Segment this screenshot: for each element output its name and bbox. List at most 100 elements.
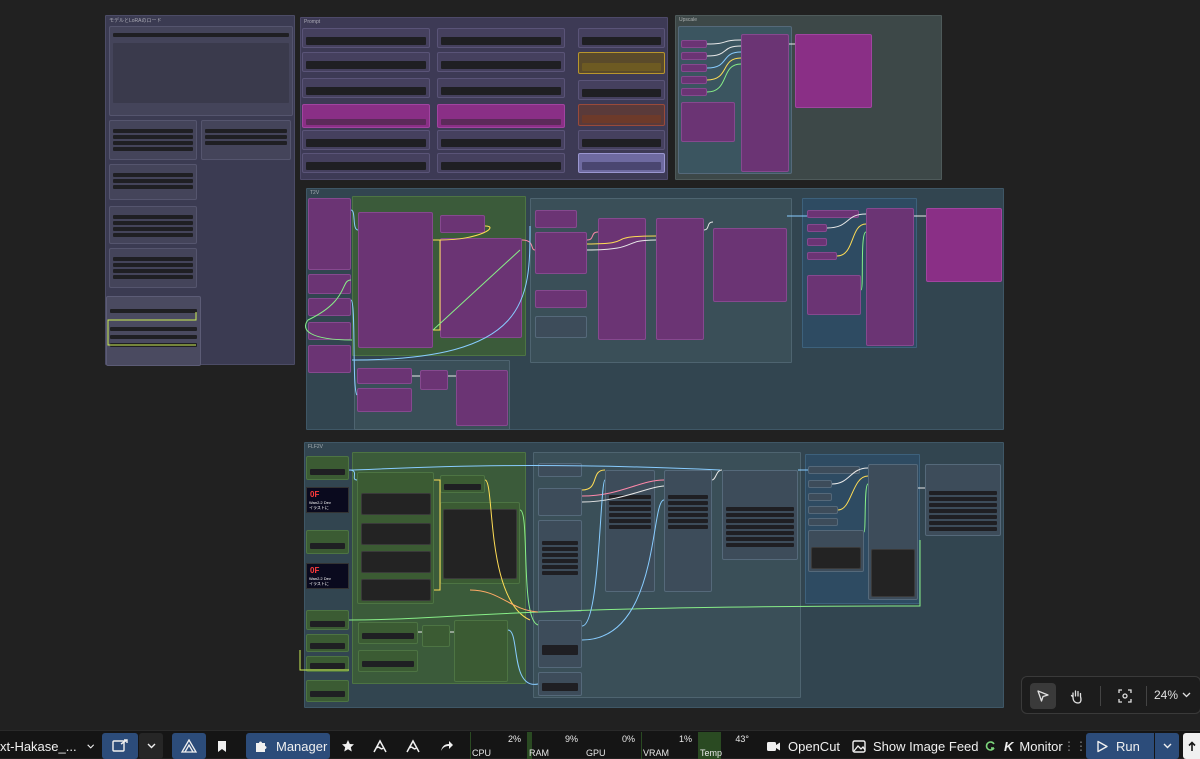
node[interactable] [440, 502, 520, 584]
node[interactable] [302, 52, 430, 72]
node[interactable] [795, 34, 872, 108]
node[interactable] [681, 102, 735, 142]
node[interactable] [302, 104, 430, 128]
node[interactable] [681, 88, 707, 96]
node[interactable] [306, 634, 349, 652]
node[interactable] [808, 530, 864, 572]
drag-handle-icon[interactable]: ⋮⋮ [1063, 733, 1087, 759]
node[interactable] [578, 28, 665, 48]
node[interactable] [106, 296, 201, 366]
node[interactable] [306, 610, 349, 630]
node[interactable] [357, 388, 412, 412]
fit-view-icon[interactable] [1112, 683, 1138, 709]
node[interactable] [538, 520, 582, 612]
node[interactable] [308, 298, 351, 316]
node[interactable] [808, 506, 838, 514]
node[interactable] [440, 238, 522, 338]
node[interactable] [681, 40, 707, 48]
node[interactable] [868, 464, 918, 600]
workflow-tab[interactable]: xt-Hakase_... [0, 733, 94, 759]
bookmark-button[interactable] [210, 733, 234, 759]
node[interactable] [109, 120, 197, 160]
node[interactable] [535, 316, 587, 338]
node[interactable] [306, 656, 349, 672]
node[interactable] [109, 206, 197, 244]
node[interactable] [598, 218, 646, 340]
zoom-level[interactable]: 24% [1154, 688, 1178, 702]
node[interactable] [538, 620, 582, 668]
node[interactable] [578, 52, 665, 74]
model-alt-button[interactable] [401, 733, 425, 759]
node[interactable] [808, 466, 860, 474]
pointer-icon[interactable] [1030, 683, 1056, 709]
node[interactable] [437, 130, 565, 150]
node[interactable] [722, 470, 798, 560]
comfy-logo-button[interactable] [172, 733, 206, 759]
node[interactable] [807, 238, 827, 246]
node[interactable] [437, 104, 565, 128]
node[interactable] [306, 456, 349, 480]
node[interactable] [538, 488, 582, 516]
run-button[interactable]: Run [1086, 733, 1154, 759]
node[interactable] [422, 625, 450, 647]
node[interactable] [535, 232, 587, 274]
opencut-button[interactable]: OpenCut [766, 733, 840, 759]
node[interactable] [302, 130, 430, 150]
node[interactable] [578, 153, 665, 173]
node[interactable] [808, 518, 838, 526]
node[interactable] [302, 28, 430, 48]
node[interactable] [578, 104, 665, 126]
node[interactable] [420, 370, 448, 390]
node[interactable] [440, 475, 485, 493]
node[interactable] [357, 368, 412, 384]
group-model-loader[interactable]: モデルとLoRAのロード [105, 15, 295, 366]
node[interactable] [358, 212, 433, 348]
node[interactable] [926, 208, 1002, 282]
node[interactable] [605, 470, 655, 592]
node[interactable] [201, 120, 291, 160]
node[interactable] [308, 274, 351, 294]
chevron-down-icon[interactable] [1182, 692, 1191, 698]
node[interactable] [925, 464, 1001, 536]
node[interactable] [741, 34, 789, 172]
node[interactable] [306, 680, 349, 702]
node[interactable] [808, 493, 832, 501]
node[interactable] [437, 78, 565, 98]
node[interactable] [437, 153, 565, 173]
node[interactable] [308, 322, 351, 340]
node[interactable] [807, 224, 827, 232]
node[interactable] [308, 198, 351, 270]
node[interactable] [437, 52, 565, 72]
node[interactable] [656, 218, 704, 340]
node[interactable] [681, 76, 707, 84]
monitor-button[interactable]: K Monitor [1004, 733, 1063, 759]
node[interactable] [578, 80, 665, 100]
node[interactable] [807, 275, 861, 315]
node[interactable] [302, 153, 430, 173]
node[interactable] [454, 620, 508, 682]
node[interactable] [358, 622, 418, 644]
node[interactable] [302, 78, 430, 98]
run-options-button[interactable] [1155, 733, 1179, 759]
node[interactable] [358, 650, 418, 672]
node[interactable] [866, 208, 914, 346]
node[interactable] [713, 228, 787, 302]
queue-mode-button[interactable] [102, 733, 138, 759]
hand-icon[interactable] [1064, 683, 1090, 709]
node[interactable] [535, 210, 577, 228]
manager-button[interactable]: Manager [246, 733, 330, 759]
node[interactable] [681, 64, 707, 72]
node[interactable] [437, 28, 565, 48]
node[interactable] [535, 290, 587, 308]
node[interactable] [808, 480, 832, 488]
star-button[interactable] [336, 733, 360, 759]
model-button[interactable] [368, 733, 392, 759]
node[interactable] [109, 164, 197, 200]
node[interactable] [357, 472, 434, 604]
node[interactable] [538, 672, 582, 696]
overflow-button[interactable] [1183, 733, 1200, 759]
node[interactable] [807, 252, 837, 260]
queue-options-button[interactable] [139, 733, 163, 759]
node[interactable] [109, 26, 293, 116]
share-button[interactable] [435, 733, 459, 759]
